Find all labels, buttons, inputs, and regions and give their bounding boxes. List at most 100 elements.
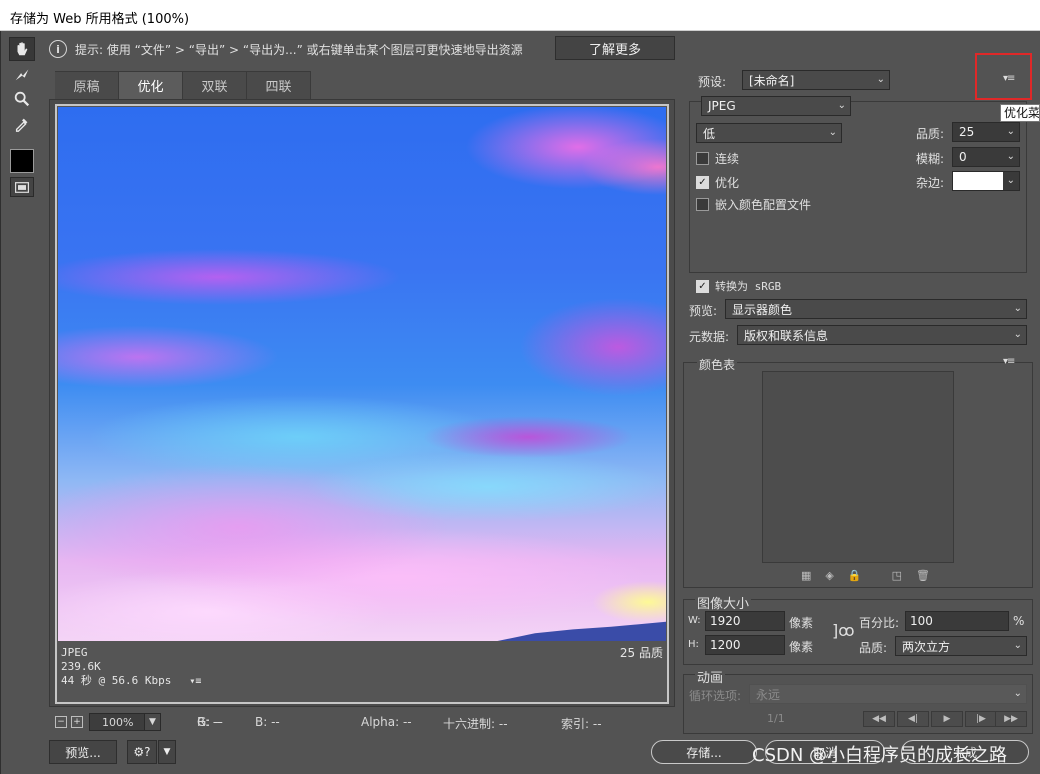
eyedropper-icon	[15, 118, 28, 132]
image-info: JPEG 239.6K 44 秒 @ 56.6 Kbps ▾≡ 25 品质	[61, 646, 665, 689]
chevron-down-icon: ⌄	[828, 127, 837, 138]
status-alpha: Alpha: --	[361, 715, 412, 729]
image-frame: JPEG 239.6K 44 秒 @ 56.6 Kbps ▾≡ 25 品质	[55, 104, 669, 704]
embed-profile-label: 嵌入颜色配置文件	[715, 198, 812, 212]
zoom-icon	[14, 91, 30, 107]
preset-value: [未命名]	[749, 73, 795, 88]
tab-4up[interactable]: 四联	[247, 71, 311, 99]
quality-input[interactable]: 25 ⌄	[952, 122, 1020, 142]
window-title: 存储为 Web 所用格式 (100%)	[10, 12, 190, 27]
eyedropper-color-swatch[interactable]	[10, 149, 34, 173]
height-unit: 像素	[789, 640, 814, 654]
optimize-menu-tooltip: 优化菜单	[1000, 104, 1040, 122]
percent-label: 百分比:	[859, 616, 900, 630]
last-frame-button[interactable]: ▶▶	[995, 711, 1027, 727]
check-icon: ✓	[696, 176, 709, 189]
eyedropper-tool-button[interactable]	[9, 112, 35, 136]
preview-select[interactable]: 显示器颜色 ⌄	[725, 299, 1027, 319]
chevron-down-icon: ⌄	[1006, 151, 1015, 162]
image-size-title: 图像大小	[695, 593, 752, 612]
loop-value: 永远	[756, 687, 781, 702]
quality-level-select[interactable]: 低 ⌄	[696, 123, 842, 143]
first-frame-button[interactable]: ◀◀	[863, 711, 895, 727]
zoom-out-button[interactable]: −	[55, 716, 67, 728]
hand-tool-button[interactable]	[9, 37, 35, 61]
color-table-title: 颜色表	[697, 356, 738, 373]
info-icon: i	[49, 40, 67, 58]
slice-select-icon	[15, 69, 29, 81]
new-color-icon[interactable]: ◳	[892, 569, 902, 582]
preview-in-browser-button[interactable]: 预览...	[49, 740, 117, 764]
next-frame-button[interactable]: |▶	[965, 711, 997, 727]
download-speed-menu-icon[interactable]: ▾≡	[189, 675, 201, 689]
file-format-select[interactable]: JPEG ⌄	[701, 96, 851, 116]
embed-profile-box	[696, 198, 709, 211]
toggle-slices-icon	[15, 181, 29, 193]
matte-color-swatch	[953, 172, 1003, 190]
progressive-checkbox[interactable]: 连续	[696, 150, 739, 167]
image-format: JPEG	[61, 646, 88, 659]
web-shift-icon[interactable]: ◈	[825, 569, 833, 582]
loop-select[interactable]: 永远 ⌄	[749, 684, 1027, 704]
hint-text: 提示: 使用 “文件” > “导出” > “导出为...” 或右键单击某个图层可…	[75, 42, 523, 57]
browser-select-button[interactable]: ▼	[158, 740, 176, 764]
tab-2up[interactable]: 双联	[183, 71, 247, 99]
status-g: G: --	[197, 715, 223, 729]
height-input[interactable]: 1200	[705, 635, 785, 655]
matte-select[interactable]: ⌄	[952, 171, 1020, 191]
zoom-in-button[interactable]: +	[71, 716, 83, 728]
zoom-level-select[interactable]: 100% ▼	[89, 713, 161, 731]
resample-select[interactable]: 两次立方 ⌄	[895, 636, 1027, 656]
tab-optimized[interactable]: 优化	[119, 71, 183, 99]
color-table-swatches	[762, 371, 954, 563]
optimize-menu-highlight	[975, 53, 1032, 100]
status-hex: 十六进制: --	[443, 717, 508, 731]
percent-input[interactable]: 100	[905, 611, 1009, 631]
animation-controls: 1/1 ◀◀ ◀| ▶ |▶ ▶▶	[689, 711, 1029, 731]
convert-srgb-checkbox[interactable]: ✓ 转换为 sRGB	[696, 278, 781, 294]
metadata-label: 元数据:	[689, 330, 730, 344]
chevron-down-icon: ⌄	[1006, 126, 1015, 137]
blur-input[interactable]: 0 ⌄	[952, 147, 1020, 167]
prev-frame-button[interactable]: ◀|	[897, 711, 929, 727]
save-button[interactable]: 存储...	[651, 740, 757, 764]
frame-counter: 1/1	[767, 712, 785, 725]
optimized-label: 优化	[715, 176, 740, 190]
chevron-down-icon: ⌄	[1013, 329, 1022, 340]
tab-original[interactable]: 原稿	[55, 71, 119, 99]
learn-more-button[interactable]: 了解更多	[555, 36, 675, 60]
preset-select[interactable]: [未命名] ⌄	[742, 70, 890, 90]
toggle-slices-button[interactable]	[10, 177, 34, 197]
browser-icon-button[interactable]: ⚙?	[127, 740, 157, 764]
trash-icon[interactable]: 🗑	[916, 569, 930, 582]
status-b: B: --	[255, 715, 280, 729]
chevron-down-icon: ▼	[163, 747, 171, 757]
lock-icon[interactable]: 🔒	[848, 569, 862, 582]
width-unit: 像素	[789, 616, 814, 630]
chevron-down-icon: ⌄	[837, 100, 846, 111]
color-table-menu-icon[interactable]: ▾≡	[1003, 356, 1015, 367]
optimized-checkbox[interactable]: ✓ 优化	[696, 174, 739, 191]
link-dimensions-icon[interactable]: ]ꝏ	[832, 621, 855, 640]
dialog-body: i 提示: 使用 “文件” > “导出” > “导出为...” 或右键单击某个图…	[0, 31, 1040, 774]
loop-label: 循环选项:	[689, 689, 742, 703]
progressive-label: 连续	[715, 152, 740, 166]
preview-image[interactable]	[58, 107, 666, 641]
percent-unit: %	[1013, 614, 1025, 628]
slice-select-tool-button[interactable]	[9, 62, 35, 86]
embed-profile-checkbox[interactable]: 嵌入颜色配置文件	[696, 196, 811, 213]
status-bar: − + 100% ▼ R: -- G: -- B: -- Alpha: -- 十…	[49, 711, 675, 733]
view-tabs: 原稿 优化 双联 四联	[55, 71, 311, 99]
play-button[interactable]: ▶	[931, 711, 963, 727]
status-index: 索引: --	[561, 717, 602, 731]
map-transparency-icon[interactable]: ▦	[801, 569, 811, 582]
image-quality-readout: 25 品质	[619, 646, 663, 660]
preset-label: 预设:	[698, 75, 727, 89]
metadata-select[interactable]: 版权和联系信息 ⌄	[737, 325, 1027, 345]
blur-value: 0	[959, 150, 967, 164]
width-input[interactable]: 1920	[705, 611, 785, 631]
convert-srgb-label: 转换为 sRGB	[715, 280, 782, 293]
metadata-value: 版权和联系信息	[744, 328, 829, 343]
zoom-tool-button[interactable]	[9, 87, 35, 111]
resample-label: 品质:	[859, 641, 888, 655]
